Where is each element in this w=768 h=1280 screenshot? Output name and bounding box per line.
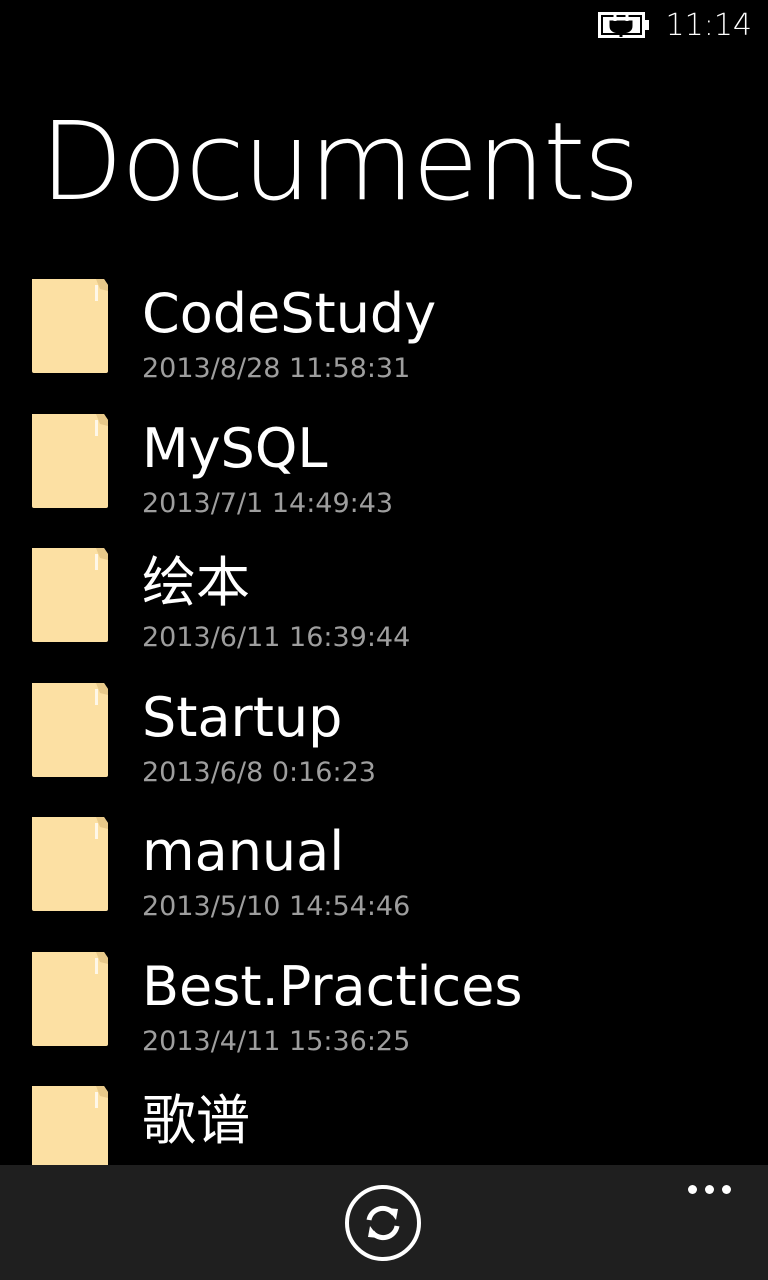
item-date: 2013/4/11 15:36:25 (142, 1025, 411, 1057)
more-ellipsis-button[interactable] (680, 1173, 740, 1203)
item-name: manual (142, 820, 345, 883)
list-item[interactable]: 歌谱 (0, 1083, 768, 1165)
list-item[interactable]: CodeStudy 2013/8/28 11:58:31 (0, 276, 768, 410)
list-item[interactable]: manual 2013/5/10 14:54:46 (0, 814, 768, 948)
dot (705, 1185, 714, 1194)
list-item[interactable]: MySQL 2013/7/1 14:49:43 (0, 411, 768, 545)
item-name: MySQL (142, 416, 328, 480)
page-title: Documents (40, 100, 640, 225)
folder-icon (32, 546, 108, 642)
file-list[interactable]: CodeStudy 2013/8/28 11:58:31 MySQL 2013/7/1… (0, 276, 768, 1165)
item-date: 2013/5/10 14:54:46 (142, 891, 411, 922)
folder-icon (32, 1084, 108, 1165)
app-bar (0, 1165, 768, 1280)
item-date: 2013/7/1 14:49:43 (142, 487, 394, 519)
status-clock: 11:14 (665, 8, 752, 43)
item-name: 歌谱 (142, 1089, 250, 1152)
item-date: 2013/8/28 11:58:31 (142, 353, 411, 384)
folder-icon (32, 277, 108, 373)
status-bar: 11:14 (0, 0, 768, 50)
list-item[interactable]: Best.Practices 2013/4/11 15:36:25 (0, 949, 768, 1083)
item-name: CodeStudy (142, 282, 437, 345)
dot (722, 1185, 731, 1194)
refresh-icon (366, 1205, 400, 1241)
list-item[interactable]: Startup 2013/6/8 0:16:23 (0, 680, 768, 814)
refresh-button[interactable] (345, 1185, 421, 1261)
dot (688, 1185, 697, 1194)
folder-icon (32, 412, 108, 508)
battery-charging-icon (598, 12, 650, 38)
folder-icon (32, 815, 108, 911)
item-date: 2013/6/8 0:16:23 (142, 756, 376, 788)
item-date: 2013/6/11 16:39:44 (142, 622, 411, 653)
item-name: Best.Practices (142, 954, 523, 1018)
item-name: Startup (142, 685, 343, 749)
item-name: 绘本 (142, 551, 250, 614)
folder-icon (32, 950, 108, 1046)
list-item[interactable]: 绘本 2013/6/11 16:39:44 (0, 545, 768, 679)
folder-icon (32, 681, 108, 777)
